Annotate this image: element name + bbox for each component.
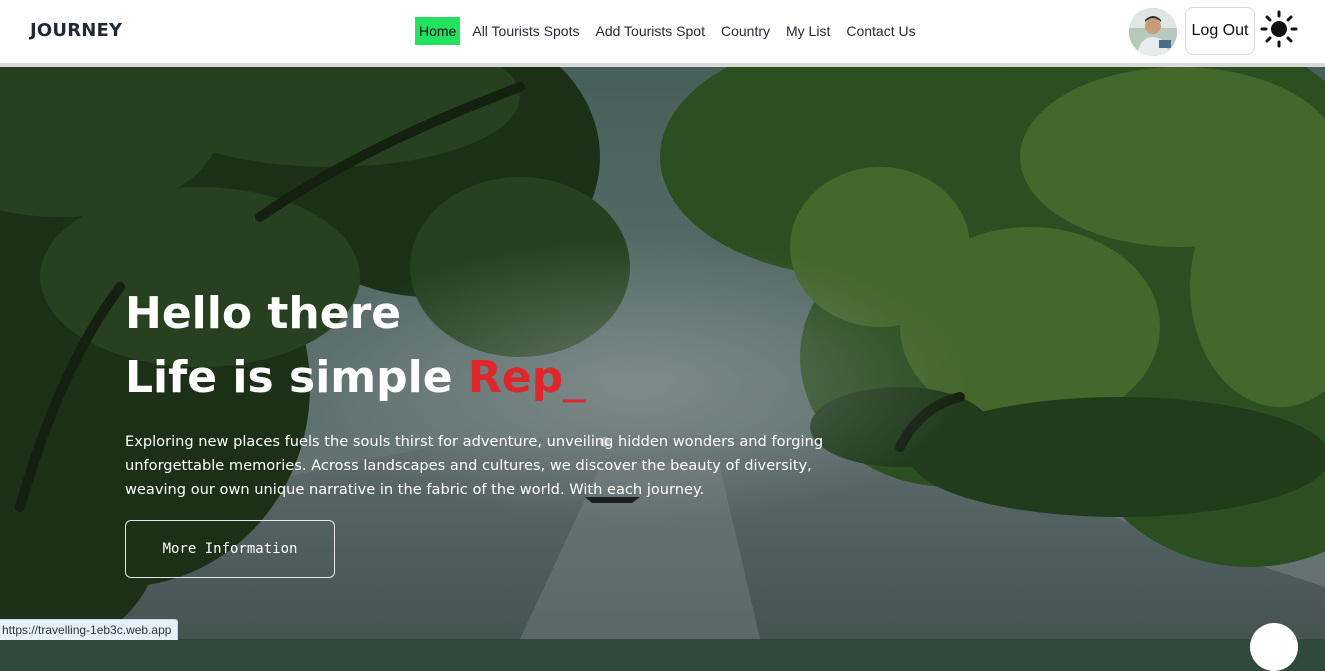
hero-title: Hello there Life is simple Rep_	[125, 282, 585, 410]
brand-logo[interactable]: JOURNEY	[30, 20, 122, 41]
sun-icon[interactable]	[1260, 10, 1298, 48]
hero-description: Exploring new places fuels the souls thi…	[125, 433, 824, 498]
hero-title-line1: Hello there	[125, 288, 402, 339]
navbar: JOURNEY Home All Tourists Spots Add Tour…	[0, 0, 1325, 63]
scroll-to-top-button[interactable]	[1250, 623, 1298, 671]
status-bar-url: https://travelling-1eb3c.web.app	[0, 619, 179, 640]
user-avatar[interactable]	[1129, 8, 1177, 56]
nav-country[interactable]: Country	[717, 17, 774, 45]
more-information-button[interactable]: More Information	[125, 520, 335, 578]
nav-my-list[interactable]: My List	[782, 17, 834, 45]
main-menu: Home All Tourists Spots Add Tourists Spo…	[415, 17, 928, 45]
nav-home[interactable]: Home	[415, 17, 461, 45]
nav-all-tourists-spots[interactable]: All Tourists Spots	[468, 17, 583, 45]
nav-contact-us[interactable]: Contact Us	[842, 17, 919, 45]
typing-cursor: _	[563, 352, 586, 403]
typed-word: Rep	[467, 352, 564, 403]
hero-banner: Hello there Life is simple Rep_ Explorin…	[0, 67, 1325, 639]
logout-button[interactable]: Log Out	[1185, 7, 1255, 55]
hero-title-line2: Life is simple	[125, 352, 468, 403]
nav-add-tourists-spot[interactable]: Add Tourists Spot	[591, 17, 708, 45]
